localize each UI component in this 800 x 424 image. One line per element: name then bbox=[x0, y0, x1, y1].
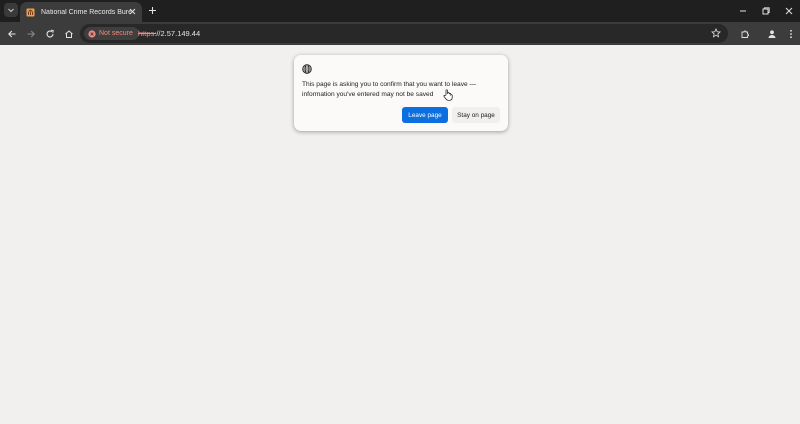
home-icon bbox=[64, 29, 73, 38]
star-icon bbox=[711, 28, 721, 38]
restore-button[interactable] bbox=[759, 4, 773, 18]
extensions-button[interactable] bbox=[738, 27, 751, 40]
puzzle-icon bbox=[741, 30, 749, 38]
tab-strip: National Crime Records Bureau bbox=[0, 0, 800, 22]
globe-icon bbox=[302, 64, 312, 74]
kebab-menu-icon bbox=[789, 29, 792, 38]
new-tab-button[interactable] bbox=[147, 5, 158, 16]
reload-button[interactable] bbox=[43, 27, 56, 40]
close-icon bbox=[129, 8, 136, 15]
arrow-right-icon bbox=[27, 30, 35, 37]
url-host: //2.57.149.44 bbox=[156, 29, 201, 38]
address-bar[interactable]: Not secure https://2.57.149.44 bbox=[80, 24, 728, 43]
warning-icon bbox=[88, 29, 96, 38]
home-button[interactable] bbox=[62, 27, 75, 40]
minimize-button[interactable] bbox=[736, 4, 750, 18]
forward-button[interactable] bbox=[24, 27, 37, 40]
menu-button[interactable] bbox=[784, 27, 797, 40]
stay-on-page-button[interactable]: Stay on page bbox=[452, 107, 500, 123]
person-icon bbox=[768, 29, 775, 38]
url-scheme: https: bbox=[138, 29, 157, 38]
minimize-icon bbox=[740, 10, 746, 12]
dialog-message: This page is asking you to confirm that … bbox=[302, 81, 477, 98]
close-window-button[interactable] bbox=[782, 4, 796, 18]
bookmark-button[interactable] bbox=[710, 27, 722, 39]
plus-icon bbox=[149, 7, 156, 14]
back-button[interactable] bbox=[5, 27, 18, 40]
hand-cursor-icon bbox=[443, 89, 453, 101]
leave-page-dialog: This page is asking you to confirm that … bbox=[294, 55, 508, 131]
tab-close-button[interactable] bbox=[128, 7, 137, 16]
profile-button[interactable] bbox=[765, 27, 778, 40]
chevron-down-icon bbox=[8, 8, 14, 13]
arrow-left-icon bbox=[7, 30, 15, 37]
tab-search-button[interactable] bbox=[4, 3, 18, 17]
building-icon bbox=[26, 8, 35, 17]
security-label: Not secure bbox=[99, 30, 133, 37]
reload-icon bbox=[45, 29, 54, 37]
leave-page-button[interactable]: Leave page bbox=[402, 107, 448, 123]
tab-active[interactable]: National Crime Records Bureau bbox=[20, 2, 142, 22]
close-icon bbox=[785, 7, 793, 15]
restore-icon bbox=[762, 7, 770, 15]
security-chip[interactable]: Not secure bbox=[84, 27, 139, 40]
browser-toolbar: Not secure https://2.57.149.44 bbox=[0, 22, 800, 45]
url-text[interactable]: https://2.57.149.44 bbox=[138, 29, 200, 38]
tab-title: National Crime Records Bureau bbox=[41, 8, 131, 16]
